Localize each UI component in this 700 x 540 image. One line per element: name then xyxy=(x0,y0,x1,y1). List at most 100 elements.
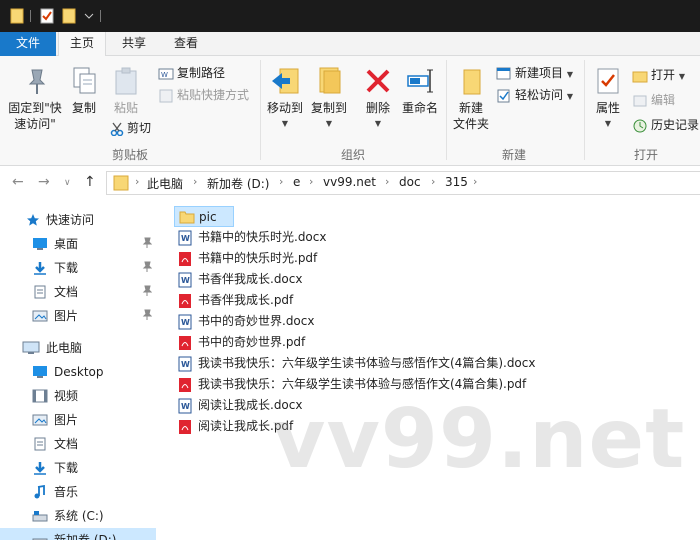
forward-arrow-icon[interactable]: → xyxy=(38,174,50,190)
nav-item-pictures[interactable]: 图片 xyxy=(0,304,156,328)
file-row-docx[interactable]: W 我读书我快乐：六年级学生读书体验与感悟作文(4篇合集).docx xyxy=(174,353,535,374)
open-icon xyxy=(632,71,648,82)
chevron-down-icon[interactable] xyxy=(84,12,94,20)
history-icon xyxy=(633,119,647,132)
nav-quick-access-label: 快速访问 xyxy=(46,213,95,227)
new-folder-icon[interactable] xyxy=(62,8,76,24)
group-divider xyxy=(446,60,447,160)
pdf-icon xyxy=(179,378,191,392)
file-row-docx[interactable]: W 阅读让我成长.docx xyxy=(174,395,302,416)
nav-this-pc-label: 此电脑 xyxy=(46,341,83,355)
delete-button[interactable]: 删除 ▼ xyxy=(358,66,398,132)
nav-item-label: 文档 xyxy=(54,285,79,299)
pin-icon[interactable] xyxy=(142,285,152,297)
breadcrumb-315[interactable]: 315 xyxy=(445,175,468,189)
file-row-pdf[interactable]: 书香伴我成长.pdf xyxy=(174,290,293,311)
properties-label: 属性 xyxy=(595,101,620,115)
chevron-down-icon: ▼ xyxy=(374,119,382,128)
word-document-icon: W xyxy=(178,356,192,372)
move-to-button[interactable]: 移动到 ▼ xyxy=(264,66,306,132)
nav-item-label: 系统 (C:) xyxy=(54,509,104,523)
separator xyxy=(30,10,31,22)
copy-to-label: 复制到 xyxy=(310,101,347,115)
nav-item-desktop-pc[interactable]: Desktop xyxy=(0,360,156,384)
nav-item-pictures-pc[interactable]: 图片 xyxy=(0,408,156,432)
cut-button[interactable]: 剪切 xyxy=(110,120,151,136)
file-row-pdf[interactable]: 我读书我快乐：六年级学生读书体验与感悟作文(4篇合集).pdf xyxy=(174,374,526,395)
file-row-docx[interactable]: W 书籍中的快乐时光.docx xyxy=(174,227,326,248)
properties-button[interactable]: 属性 ▼ xyxy=(590,66,626,132)
nav-this-pc[interactable]: 此电脑 xyxy=(0,336,156,360)
edit-icon xyxy=(633,95,647,106)
nav-quick-access[interactable]: 快速访问 xyxy=(0,208,156,232)
tab-share[interactable]: 共享 xyxy=(110,32,158,56)
file-row-pdf[interactable]: 书中的奇妙世界.pdf xyxy=(174,332,305,353)
pin-icon[interactable] xyxy=(142,237,152,249)
breadcrumb-vv99[interactable]: vv99.net xyxy=(323,175,376,189)
nav-item-label: 桌面 xyxy=(54,237,79,251)
up-arrow-icon[interactable]: ↑ xyxy=(84,174,96,190)
file-row-pdf[interactable]: 阅读让我成长.pdf xyxy=(174,416,293,437)
address-bar[interactable]: › 此电脑 › 新加卷 (D:) › e › vv99.net › doc › … xyxy=(106,171,700,195)
edit-label: 编辑 xyxy=(651,93,676,107)
breadcrumb-drive-d[interactable]: 新加卷 (D:) xyxy=(207,175,269,192)
file-name: 书香伴我成长.docx xyxy=(198,272,303,286)
back-arrow-icon[interactable]: ← xyxy=(12,174,24,190)
paste-shortcut-button[interactable]: 粘贴快捷方式 xyxy=(158,87,249,103)
file-name: 书籍中的快乐时光.pdf xyxy=(198,251,318,265)
svg-text:W: W xyxy=(181,276,190,285)
breadcrumb-separator: › xyxy=(431,175,436,188)
history-button[interactable]: 历史记录 xyxy=(632,117,699,133)
new-folder-button[interactable]: 新建 文件夹 xyxy=(450,66,492,132)
pictures-icon xyxy=(32,310,48,322)
rename-label: 重命名 xyxy=(401,101,438,115)
group-divider xyxy=(584,60,585,160)
nav-item-downloads[interactable]: 下载 xyxy=(0,256,156,280)
file-row-docx[interactable]: W 书香伴我成长.docx xyxy=(174,269,302,290)
breadcrumb-e[interactable]: e xyxy=(293,175,300,189)
copy-button[interactable]: 复制 xyxy=(68,66,100,116)
paste-shortcut-label: 粘贴快捷方式 xyxy=(177,88,250,102)
properties-icon[interactable] xyxy=(40,8,54,24)
pin-icon[interactable] xyxy=(142,309,152,321)
nav-item-documents[interactable]: 文档 xyxy=(0,280,156,304)
file-name: 书籍中的快乐时光.docx xyxy=(198,230,327,244)
breadcrumb-this-pc[interactable]: 此电脑 xyxy=(147,175,183,192)
nav-item-label: 音乐 xyxy=(54,485,79,499)
nav-item-drive-c[interactable]: 系统 (C:) xyxy=(0,504,156,528)
nav-item-videos[interactable]: 视频 xyxy=(0,384,156,408)
desktop-icon xyxy=(33,238,47,250)
rename-button[interactable]: 重命名 xyxy=(398,66,442,116)
file-row-pdf[interactable]: 书籍中的快乐时光.pdf xyxy=(174,248,317,269)
new-item-button[interactable]: 新建项目 ▼ xyxy=(496,65,573,83)
tab-home[interactable]: 主页 xyxy=(58,32,106,57)
nav-item-desktop[interactable]: 桌面 xyxy=(0,232,156,256)
file-list: pic W 书籍中的快乐时光.docx 书籍中的快乐时光.pdf W 书香伴我成… xyxy=(156,200,700,540)
delete-label: 删除 xyxy=(365,101,390,115)
file-row-folder[interactable]: pic xyxy=(174,206,234,227)
tab-file[interactable]: 文件 xyxy=(0,32,56,56)
nav-item-drive-d[interactable]: 新加卷 (D:) xyxy=(0,528,156,540)
nav-item-music[interactable]: 音乐 xyxy=(0,480,156,504)
folder-icon[interactable] xyxy=(10,8,24,24)
copy-path-button[interactable]: W 复制路径 xyxy=(158,65,225,81)
pin-quick-access-button[interactable]: 固定到"快 速访问" xyxy=(4,66,66,132)
open-button[interactable]: 打开 ▼ xyxy=(632,67,685,85)
breadcrumb-separator: › xyxy=(309,175,314,188)
nav-item-documents-pc[interactable]: 文档 xyxy=(0,432,156,456)
new-item-icon xyxy=(496,67,511,79)
address-row: ← → ∨ ↑ › 此电脑 › 新加卷 (D:) › e › vv99.net … xyxy=(0,166,700,200)
ribbon-tab-row: 文件 主页 共享 查看 xyxy=(0,32,700,57)
file-name: 书中的奇妙世界.pdf xyxy=(198,335,306,349)
easy-access-button[interactable]: 轻松访问 ▼ xyxy=(496,87,573,105)
nav-item-downloads-pc[interactable]: 下载 xyxy=(0,456,156,480)
copy-to-button[interactable]: 复制到 ▼ xyxy=(308,66,350,132)
breadcrumb-doc[interactable]: doc xyxy=(399,175,421,189)
nav-item-label: 新加卷 (D:) xyxy=(54,533,117,540)
paste-button[interactable]: 粘贴 xyxy=(106,66,146,116)
file-row-docx[interactable]: W 书中的奇妙世界.docx xyxy=(174,311,314,332)
tab-view[interactable]: 查看 xyxy=(162,32,210,56)
pin-icon[interactable] xyxy=(142,261,152,273)
edit-button[interactable]: 编辑 xyxy=(632,92,675,108)
chevron-down-icon[interactable]: ∨ xyxy=(64,178,71,188)
